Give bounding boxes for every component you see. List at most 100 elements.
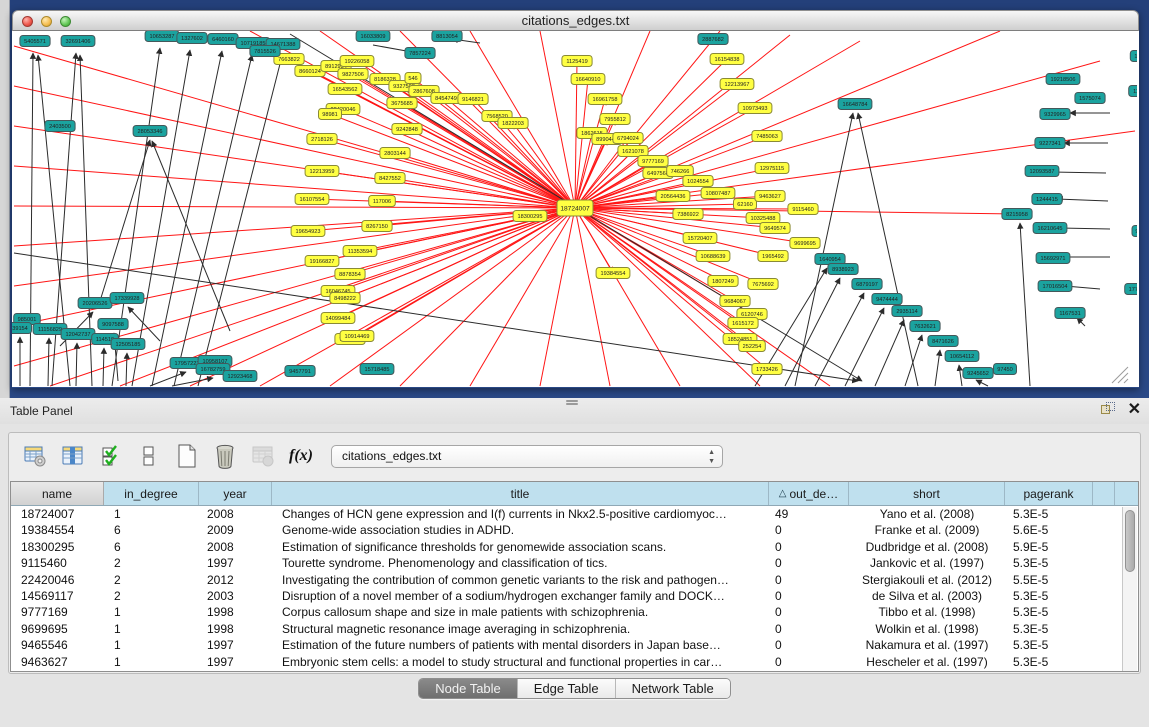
graph-node-label: 2403500 — [49, 124, 71, 130]
graph-node-label: 1024554 — [687, 179, 709, 185]
table-row[interactable]: 1872400712008Changes of HCN gene express… — [11, 506, 1138, 522]
table-row[interactable]: 977716911998Corpus callosum shape and si… — [11, 604, 1138, 620]
table-selector-dropdown[interactable]: citations_edges.txt ▲▼ — [331, 445, 723, 468]
graph-node-label: 12975115 — [760, 166, 784, 172]
table-row[interactable]: 969969511998Structural magnetic resonanc… — [11, 621, 1138, 637]
graph-node-label: 252254 — [743, 344, 762, 350]
graph-node-label: 9097588 — [102, 322, 124, 328]
table-row[interactable]: 946554611997Estimation of the future num… — [11, 637, 1138, 653]
cell-short: Dudbridge et al. (2008) — [849, 539, 1005, 555]
cell-out_degree: 0 — [769, 572, 849, 588]
cell-name: 9115460 — [11, 555, 104, 571]
graph-node-label: 9146821 — [462, 97, 484, 103]
close-panel-icon[interactable]: ✕ — [1128, 402, 1141, 417]
panel-splitter-handle[interactable] — [566, 399, 578, 406]
close-window-icon[interactable] — [22, 16, 33, 27]
cell-in_degree: 1 — [104, 654, 199, 670]
scrollbar-thumb[interactable] — [1125, 510, 1135, 572]
graph-node-label: 9245652 — [967, 371, 989, 377]
column-header-label: name — [42, 487, 72, 501]
zoom-window-icon[interactable] — [60, 16, 71, 27]
graph-node-label: 14099484 — [326, 316, 351, 322]
graph-edge — [1118, 373, 1128, 383]
table-panel-body: f(x) citations_edges.txt ▲▼ name in_degre… — [8, 432, 1141, 674]
graph-node-label: 19218506 — [1051, 77, 1076, 83]
graph-edge — [935, 350, 940, 386]
table-row[interactable]: 1938455462009Genome-wide association stu… — [11, 522, 1138, 538]
graph-node-label: 1111 — [1134, 54, 1137, 60]
graph-node-label: 1807249 — [712, 279, 734, 285]
graph-node-label: 8878354 — [339, 272, 361, 278]
graph-node-label: 18300295 — [518, 214, 543, 220]
graph-node-label: 9115460 — [792, 207, 813, 213]
graph-node-label: 8215958 — [1006, 212, 1028, 218]
tab-edge-table[interactable]: Edge Table — [518, 679, 616, 698]
column-header-out_degree[interactable]: △out_de… — [769, 482, 849, 505]
table-row[interactable]: 1830029562008Estimation of significance … — [11, 539, 1138, 555]
column-header-in_degree[interactable]: in_degree — [104, 482, 199, 505]
table-row[interactable]: 946362711997Embryonic stem cells: a mode… — [11, 654, 1138, 670]
table-body: 1872400712008Changes of HCN gene express… — [11, 506, 1138, 670]
minimize-window-icon[interactable] — [41, 16, 52, 27]
graph-node-label: 7955812 — [604, 117, 626, 123]
column-settings-button[interactable] — [21, 442, 49, 470]
cell-title: Structural magnetic resonance image aver… — [272, 621, 769, 637]
graph-node-label: 9227341 — [1039, 141, 1061, 147]
column-header-year[interactable]: year — [199, 482, 272, 505]
graph-edge — [815, 293, 864, 386]
graph-edge — [976, 380, 988, 386]
column-header-name[interactable]: name — [11, 482, 104, 505]
graph-edge — [103, 348, 104, 386]
table-row[interactable]: 1456911722003Disruption of a novel membe… — [11, 588, 1138, 604]
graph-edge — [14, 206, 575, 208]
cell-short: Nakamura et al. (1997) — [849, 637, 1005, 653]
graph-node-label: 32691406 — [66, 39, 91, 45]
select-columns-button[interactable] — [59, 442, 87, 470]
tab-network-table[interactable]: Network Table — [616, 679, 730, 698]
new-table-button[interactable] — [173, 442, 201, 470]
cell-out_degree: 49 — [769, 506, 849, 522]
column-header-filler[interactable] — [1093, 482, 1115, 505]
window-title: citations_edges.txt — [522, 13, 630, 28]
graph-node-label: 10973493 — [743, 106, 768, 112]
column-header-title[interactable]: title — [272, 482, 769, 505]
deselect-all-button[interactable] — [135, 442, 163, 470]
float-panel-icon[interactable] — [1101, 402, 1116, 417]
cell-out_degree: 0 — [769, 637, 849, 653]
column-header-label: out_de… — [790, 487, 839, 501]
graph-edge — [1124, 379, 1128, 383]
cell-title: Embryonic stem cells: a model to study s… — [272, 654, 769, 670]
graph-edge — [1052, 172, 1106, 173]
column-header-pagerank[interactable]: pagerank — [1005, 482, 1093, 505]
graph-node-label: 16210645 — [1038, 226, 1063, 232]
table-row[interactable]: 911546021997Tourette syndrome. Phenomeno… — [11, 555, 1138, 571]
delete-column-button[interactable] — [249, 442, 277, 470]
column-header-label: in_degree — [124, 487, 177, 501]
graph-node-label: 912 — [1135, 229, 1137, 235]
delete-table-button[interactable] — [211, 442, 239, 470]
network-canvas[interactable]: 7663822866012489129541922605898275061654… — [12, 31, 1139, 387]
graph-edge — [128, 307, 160, 341]
select-all-button[interactable] — [97, 442, 125, 470]
graph-node-label: 19226058 — [345, 59, 370, 65]
cell-in_degree: 1 — [104, 621, 199, 637]
graph-node-label: 7815526 — [254, 49, 276, 55]
function-builder-button[interactable]: f(x) — [287, 442, 315, 470]
graph-node-label: 8454749 — [435, 96, 457, 102]
network-window: citations_edges.txt 76638228660124891295… — [12, 10, 1139, 388]
network-graph[interactable]: 7663822866012489129541922605898275061654… — [12, 31, 1137, 387]
graph-node-label: 6794024 — [617, 136, 639, 142]
graph-node-label: 1575074 — [1079, 96, 1101, 102]
graph-node-label: 9329965 — [1044, 112, 1066, 118]
column-header-short[interactable]: short — [849, 482, 1005, 505]
window-titlebar[interactable]: citations_edges.txt — [12, 10, 1139, 31]
tab-node-table[interactable]: Node Table — [419, 679, 518, 698]
cell-year: 1997 — [199, 654, 272, 670]
cell-short: de Silva et al. (2003) — [849, 588, 1005, 604]
table-vertical-scrollbar[interactable] — [1122, 507, 1137, 671]
graph-node-label: 2887682 — [702, 37, 724, 43]
graph-edge — [540, 208, 575, 386]
table-row[interactable]: 2242004622012Investigating the contribut… — [11, 572, 1138, 588]
table-panel-titlebar: Table Panel ✕ — [0, 398, 1149, 424]
cell-name: 22420046 — [11, 572, 104, 588]
